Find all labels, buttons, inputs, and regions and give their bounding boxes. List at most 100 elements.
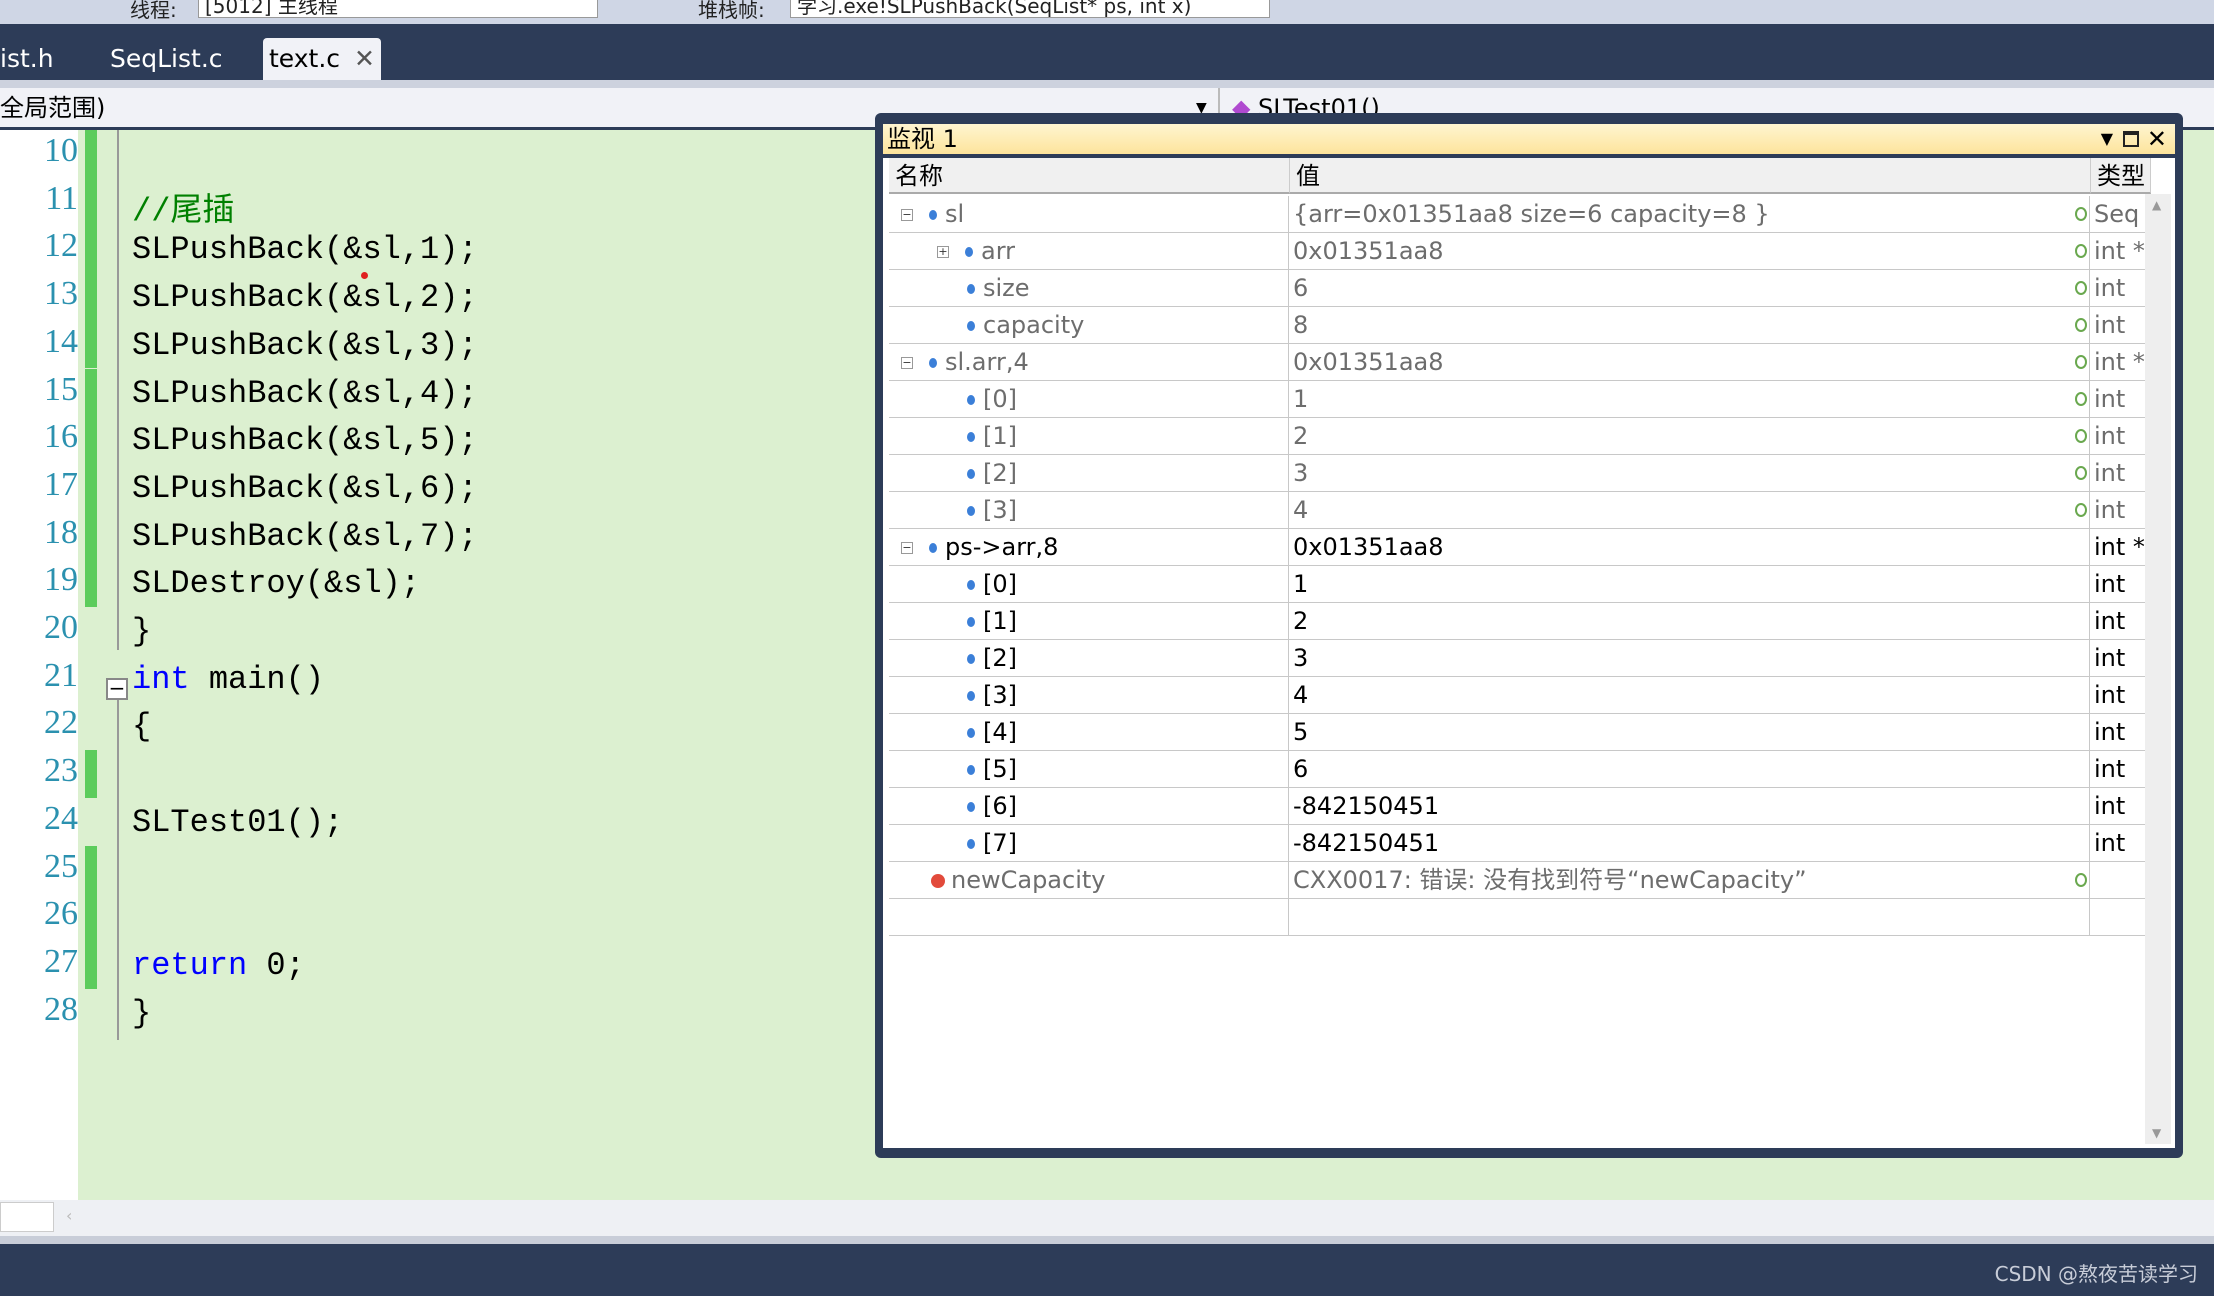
thread-select[interactable]: [5012] 主线程 [198, 0, 598, 18]
maximize-icon[interactable] [2123, 131, 2139, 147]
value-cell[interactable]: -842150451 [1289, 825, 2090, 861]
tab-seqlist-h[interactable]: ist.h [0, 38, 60, 80]
watch-row[interactable]: − sl.arr,4 0x01351aa8 int * [889, 344, 2151, 381]
collapse-icon[interactable]: − [106, 678, 128, 700]
watch-row[interactable]: [1] 2 int [889, 418, 2151, 455]
watch-row[interactable]: [0] 1 int [889, 566, 2151, 603]
name-cell[interactable]: + arr [889, 233, 1289, 269]
collapse-icon[interactable]: − [901, 542, 913, 554]
scroll-left-icon[interactable]: ‹ [66, 1206, 72, 1225]
column-header-type[interactable]: 类型 [2091, 158, 2151, 194]
refresh-icon[interactable] [2075, 392, 2087, 406]
refresh-icon[interactable] [2075, 873, 2087, 887]
watch-window: 监视 1 ▼ ✕ 名称 值 类型 − sl {arr=0x01351aa8 siz… [875, 113, 2183, 1158]
expand-icon[interactable]: + [937, 246, 949, 258]
tab-seqlist-c[interactable]: SeqList.c [104, 38, 229, 80]
empty-watch-row[interactable] [889, 899, 2151, 936]
type-cell: int [2094, 311, 2126, 339]
watch-row[interactable]: [5] 6 int [889, 751, 2151, 788]
name-cell[interactable]: [3] [889, 677, 1289, 713]
watch-row[interactable]: [7] -842150451 int [889, 825, 2151, 862]
watch-row[interactable]: [2] 3 int [889, 640, 2151, 677]
value-cell[interactable]: 1 [1289, 566, 2090, 602]
scope-select[interactable]: 全局范围) [0, 88, 105, 128]
collapse-icon[interactable]: − [901, 209, 913, 221]
refresh-icon[interactable] [2075, 429, 2087, 443]
scroll-up-icon[interactable]: ▲ [2152, 198, 2161, 212]
value-cell[interactable]: 6 [1289, 270, 2090, 306]
value-cell[interactable]: 3 [1289, 455, 2090, 491]
vertical-scrollbar[interactable]: ▲ ▼ [2145, 194, 2171, 1144]
value-cell[interactable]: 2 [1289, 603, 2090, 639]
name-cell[interactable]: [0] [889, 381, 1289, 417]
variable-name: [0] [983, 385, 1017, 413]
watch-row[interactable]: [3] 4 int [889, 492, 2151, 529]
name-cell[interactable]: size [889, 270, 1289, 306]
value-cell[interactable]: 5 [1289, 714, 2090, 750]
variable-icon [929, 210, 937, 220]
value-cell[interactable]: CXX0017: 错误: 没有找到符号“newCapacity” [1289, 862, 2090, 898]
watch-row[interactable]: [6] -842150451 int [889, 788, 2151, 825]
name-cell[interactable]: [7] [889, 825, 1289, 861]
name-cell[interactable]: newCapacity [889, 862, 1289, 898]
name-cell[interactable]: − ps->arr,8 [889, 529, 1289, 565]
value-cell[interactable]: 6 [1289, 751, 2090, 787]
refresh-icon[interactable] [2075, 466, 2087, 480]
tab-text-c[interactable]: text.c ✕ [263, 38, 381, 80]
watch-row[interactable]: size 6 int [889, 270, 2151, 307]
watch-row[interactable]: capacity 8 int [889, 307, 2151, 344]
stack-frame-select[interactable]: 学习.exe!SLPushBack(SeqList* ps, int x) [790, 0, 1270, 18]
value-cell[interactable]: 4 [1289, 492, 2090, 528]
name-cell[interactable]: [2] [889, 640, 1289, 676]
close-icon[interactable]: ✕ [2147, 124, 2167, 154]
name-cell[interactable]: [3] [889, 492, 1289, 528]
column-header-value[interactable]: 值 [1290, 158, 2091, 194]
name-cell[interactable]: [1] [889, 418, 1289, 454]
watch-row[interactable]: − ps->arr,8 0x01351aa8 int * [889, 529, 2151, 566]
refresh-icon[interactable] [2075, 244, 2087, 258]
refresh-icon[interactable] [2075, 503, 2087, 517]
value-cell[interactable]: 0x01351aa8 [1289, 344, 2090, 380]
type-cell: int [2094, 570, 2126, 598]
name-cell[interactable]: − sl [889, 196, 1289, 232]
collapse-icon[interactable]: − [901, 357, 913, 369]
change-marker [85, 940, 97, 989]
value-cell[interactable]: 3 [1289, 640, 2090, 676]
value-cell[interactable]: 0x01351aa8 [1289, 529, 2090, 565]
close-icon[interactable]: ✕ [354, 44, 375, 73]
name-cell[interactable]: [0] [889, 566, 1289, 602]
refresh-icon[interactable] [2075, 281, 2087, 295]
change-marker [85, 511, 97, 560]
watch-row[interactable]: [4] 5 int [889, 714, 2151, 751]
value-cell[interactable]: 1 [1289, 381, 2090, 417]
value-cell[interactable]: 2 [1289, 418, 2090, 454]
name-cell[interactable]: [2] [889, 455, 1289, 491]
name-cell[interactable]: [1] [889, 603, 1289, 639]
zoom-select[interactable] [0, 1202, 54, 1232]
column-header-name[interactable]: 名称 [889, 158, 1290, 194]
value-cell[interactable]: 0x01351aa8 [1289, 233, 2090, 269]
watch-row[interactable]: newCapacity CXX0017: 错误: 没有找到符号“newCapac… [889, 862, 2151, 899]
watch-row[interactable]: [2] 3 int [889, 455, 2151, 492]
refresh-icon[interactable] [2075, 207, 2087, 221]
watch-row[interactable]: − sl {arr=0x01351aa8 size=6 capacity=8 } … [889, 196, 2151, 233]
watch-row[interactable]: [3] 4 int [889, 677, 2151, 714]
name-cell[interactable]: [6] [889, 788, 1289, 824]
refresh-icon[interactable] [2075, 355, 2087, 369]
value-cell[interactable]: -842150451 [1289, 788, 2090, 824]
variable-name: [1] [983, 422, 1017, 450]
dropdown-icon[interactable]: ▼ [2101, 124, 2113, 154]
scroll-down-icon[interactable]: ▼ [2152, 1126, 2161, 1140]
watch-row[interactable]: [1] 2 int [889, 603, 2151, 640]
value-cell[interactable]: 4 [1289, 677, 2090, 713]
refresh-icon[interactable] [2075, 318, 2087, 332]
name-cell[interactable]: [5] [889, 751, 1289, 787]
watch-row[interactable]: [0] 1 int [889, 381, 2151, 418]
value-cell[interactable]: 8 [1289, 307, 2090, 343]
value-cell[interactable]: {arr=0x01351aa8 size=6 capacity=8 } [1289, 196, 2090, 232]
name-cell[interactable]: − sl.arr,4 [889, 344, 1289, 380]
watch-row[interactable]: + arr 0x01351aa8 int * [889, 233, 2151, 270]
name-cell[interactable]: capacity [889, 307, 1289, 343]
new-watch-name-input[interactable] [889, 899, 1289, 935]
name-cell[interactable]: [4] [889, 714, 1289, 750]
